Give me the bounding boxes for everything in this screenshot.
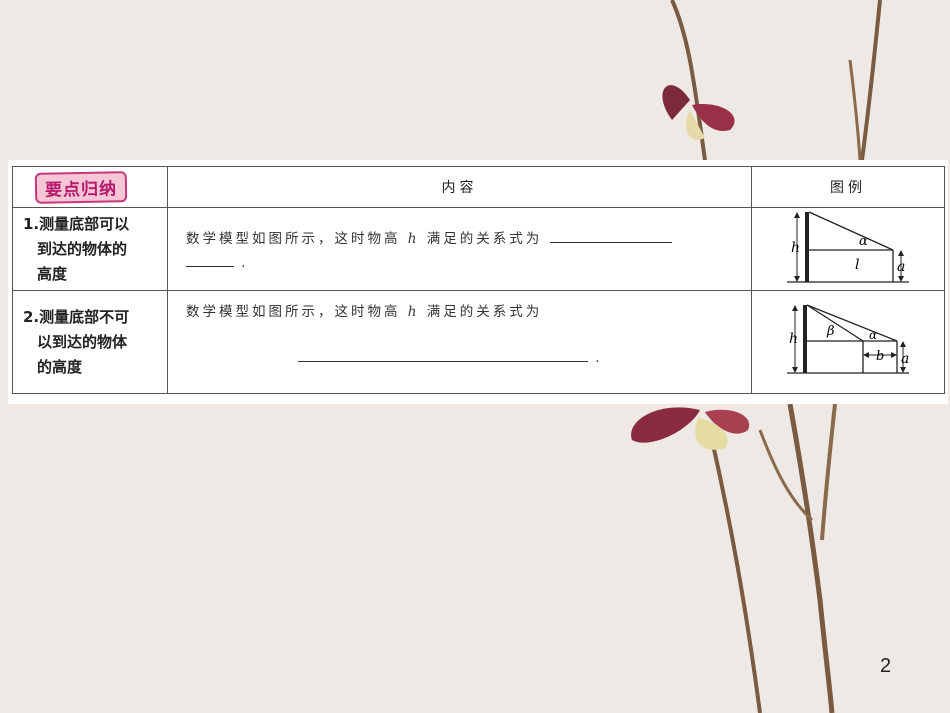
row-2-item-line: 的高度 <box>37 357 83 376</box>
row-1-figure: h α l a <box>751 207 945 291</box>
page-number: 2 <box>880 655 892 677</box>
row-1-item-line: 高度 <box>37 264 68 283</box>
row-2-var-h: h <box>407 304 420 320</box>
row-1-text-before: 数学模型如图所示，这时物高 <box>186 231 401 247</box>
fig1-label-alpha: α <box>859 234 868 249</box>
header-content: 内容 <box>167 166 752 208</box>
row-1-text-after: 满足的关系式为 <box>426 231 543 247</box>
row-2-item: 2.测量底部不可 以到达的物体 的高度 <box>12 290 168 394</box>
fig2-label-h: h <box>789 331 798 347</box>
table-header-row: 要点归纳 内容 图例 <box>12 166 945 208</box>
fig1-label-l: l <box>855 257 859 273</box>
fig2-label-alpha: α <box>869 328 877 342</box>
fig2-label-a: a <box>901 351 909 367</box>
fig2-label-beta: β <box>826 324 835 339</box>
header-figure: 图例 <box>751 166 945 208</box>
row-2-text-after: 满足的关系式为 <box>426 304 543 320</box>
row-1-content: 数学模型如图所示，这时物高 h 满足的关系式为 . <box>167 207 752 291</box>
key-points-badge: 要点归纳 <box>34 170 128 204</box>
row-1-var-h: h <box>407 231 420 247</box>
row-2-text-before: 数学模型如图所示，这时物高 <box>186 304 401 320</box>
row-2-item-line: 2.测量底部不可 <box>23 307 130 326</box>
row-1-period: . <box>241 255 249 271</box>
row-2-content: 数学模型如图所示，这时物高 h 满足的关系式为 . <box>167 290 752 394</box>
table-row: 2.测量底部不可 以到达的物体 的高度 数学模型如图所示，这时物高 h 满足的关… <box>12 290 945 394</box>
row-2-figure: h β α b a <box>751 290 945 394</box>
row-1-answer-blank[interactable] <box>549 242 672 243</box>
row-1-diagram: h α l a <box>787 211 909 283</box>
row-2-diagram: h β α b a <box>787 304 909 374</box>
row-1-item-line: 到达的物体的 <box>37 239 128 258</box>
row-1-item: 1.测量底部可以 到达的物体的 高度 <box>12 207 168 291</box>
row-1-answer-blank-cont[interactable] <box>186 266 234 267</box>
fig2-label-b: b <box>876 349 884 364</box>
summary-table: 要点归纳 内容 图例 1.测量底部可以 到达的物体的 高度 数学模型如图所示，这… <box>12 166 945 394</box>
table-row: 1.测量底部可以 到达的物体的 高度 数学模型如图所示，这时物高 h 满足的关系… <box>12 207 945 291</box>
row-1-item-line: 1.测量底部可以 <box>23 214 130 233</box>
fig1-label-h: h <box>791 240 800 256</box>
badge-cell: 要点归纳 <box>12 166 168 208</box>
row-2-item-line: 以到达的物体 <box>37 332 128 351</box>
row-2-period: . <box>595 350 603 366</box>
summary-table-panel: 要点归纳 内容 图例 1.测量底部可以 到达的物体的 高度 数学模型如图所示，这… <box>8 160 948 404</box>
row-2-answer-blank[interactable] <box>298 361 588 362</box>
fig1-label-a: a <box>897 259 905 275</box>
